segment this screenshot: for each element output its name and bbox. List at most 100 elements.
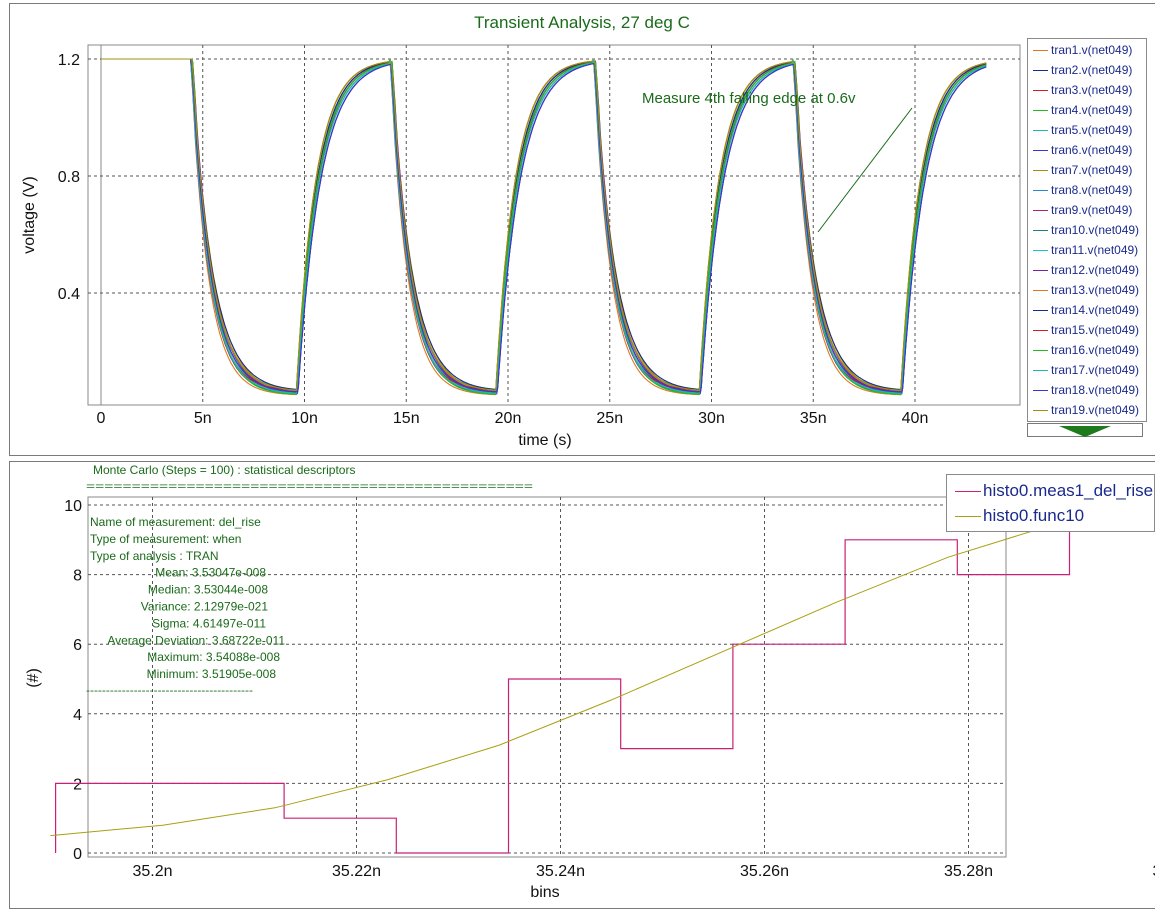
annotation-leader [817,107,913,233]
legend-item-tran15[interactable]: tran15.v(net049) [1028,321,1146,341]
legend-item-tran5[interactable]: tran5.v(net049) [1028,121,1146,141]
series-line-tran14 [101,58,987,391]
legend-item-tran18[interactable]: tran18.v(net049) [1028,381,1146,401]
legend-label: tran8.v(net049) [1051,183,1133,197]
legend-label: tran13.v(net049) [1051,283,1140,297]
legend-item-tran16[interactable]: tran16.v(net049) [1028,341,1146,361]
legend-swatch [1033,190,1048,191]
legend-swatch [1033,250,1048,251]
series-line-tran15 [101,58,987,391]
legend-item-tran17[interactable]: tran17.v(net049) [1028,361,1146,381]
legend-swatch [1033,170,1048,171]
legend-label: tran2.v(net049) [1051,63,1133,77]
legend-label: tran9.v(net049) [1051,203,1133,217]
legend-swatch [1033,390,1048,391]
x-tick-label: 35n [800,410,827,427]
series-line-tran18 [101,58,987,393]
series-line-tran1 [101,58,987,396]
series-line-tran8 [101,58,987,393]
legend-swatch [1033,50,1048,51]
legend-label: tran4.v(net049) [1051,103,1133,117]
legend-swatch [1033,130,1048,131]
legend-swatch [1033,330,1048,331]
legend-item-tran3[interactable]: tran3.v(net049) [1028,81,1146,101]
legend-swatch [1033,110,1048,111]
legend-label: tran11.v(net049) [1051,243,1139,257]
legend-swatch [1033,370,1048,371]
x-tick-label: 10n [291,410,318,427]
legend-item-tran6[interactable]: tran6.v(net049) [1028,141,1146,161]
chart-title: Transient Analysis, 27 deg C [474,13,690,32]
legend-swatch [1033,70,1048,71]
legend-item-tran14[interactable]: tran14.v(net049) [1028,301,1146,321]
series-line-tran10 [101,58,987,391]
legend-swatch [955,516,981,517]
legend-item-tran9[interactable]: tran9.v(net049) [1028,201,1146,221]
series-line-tran2 [101,58,987,394]
series-line-tran7 [101,58,987,393]
legend-swatch [1033,310,1048,311]
series-line-tran5 [101,58,987,390]
series-line-tran11 [101,58,987,395]
legend-item-tran8[interactable]: tran8.v(net049) [1028,181,1146,201]
legend-swatch [1033,270,1048,271]
x-tick-label: 20n [495,410,522,427]
series-legend[interactable]: tran1.v(net049) tran2.v(net049) tran3.v(ne… [1027,38,1147,422]
series-line-tran9 [101,58,987,392]
down-arrow-icon [1059,426,1111,437]
legend-label: tran10.v(net049) [1051,223,1140,237]
x-tick-label: 15n [393,410,420,427]
legend-item-tran10[interactable]: tran10.v(net049) [1028,221,1146,241]
legend-item-tran4[interactable]: tran4.v(net049) [1028,101,1146,121]
y-tick-label: 0.4 [58,286,80,303]
legend-label: tran6.v(net049) [1051,143,1133,157]
legend-label: tran3.v(net049) [1051,83,1133,97]
legend-item-tran12[interactable]: tran12.v(net049) [1028,261,1146,281]
legend-label: tran1.v(net049) [1051,43,1133,57]
x-tick-label: 30n [698,410,725,427]
series-line-tran4 [101,58,987,392]
legend-label: tran12.v(net049) [1051,263,1140,277]
transient-chart: Transient Analysis, 27 deg C 0 5n 10n 15n 20… [21,13,1021,449]
x-tick-label: 0 [97,410,106,427]
x-tick-label: 5n [194,410,212,427]
legend-item-tran13[interactable]: tran13.v(net049) [1028,281,1146,301]
x-axis-label: time (s) [518,432,571,449]
legend-swatch [1033,290,1048,291]
legend-scroll-down-button[interactable] [1027,423,1143,437]
legend-swatch [1033,350,1048,351]
series-group [101,58,987,396]
legend-swatch [1033,230,1048,231]
legend-item-tran2[interactable]: tran2.v(net049) [1028,61,1146,81]
legend-item-histogram[interactable]: histo0.meas1_del_rise [947,479,1154,503]
series-line-tran3 [101,58,987,393]
legend-label: tran5.v(net049) [1051,123,1133,137]
legend-item-tran11[interactable]: tran11.v(net049) [1028,241,1146,261]
series-line-tran19 [101,58,987,391]
legend-swatch [1033,150,1048,151]
x-tick-label: 40n [902,410,929,427]
legend-item-tran7[interactable]: tran7.v(net049) [1028,161,1146,181]
legend-label: tran7.v(net049) [1051,163,1133,177]
legend-label: histo0.func10 [983,506,1085,525]
series-line-tran17 [101,58,987,394]
legend-item-func[interactable]: histo0.func10 [947,504,1154,528]
legend-label: tran17.v(net049) [1051,363,1140,377]
y-axis-label: voltage (V) [21,176,38,253]
legend-swatch [1033,210,1048,211]
histogram-legend[interactable]: histo0.meas1_del_rise histo0.func10 [946,474,1155,532]
legend-swatch [1033,90,1048,91]
x-tick-label: 25n [596,410,623,427]
legend-swatch [955,491,981,492]
series-line-tran16 [101,58,987,396]
legend-swatch [1033,410,1048,411]
annotation-text: Measure 4th falling edge at 0.6v [642,90,856,107]
legend-label: tran19.v(net049) [1051,403,1140,417]
legend-label: histo0.meas1_del_rise [983,481,1154,500]
legend-item-tran19[interactable]: tran19.v(net049) [1028,401,1146,421]
legend-label: tran14.v(net049) [1051,303,1140,317]
legend-label: tran15.v(net049) [1051,323,1140,337]
series-line-tran12 [101,58,987,394]
legend-label: tran16.v(net049) [1051,343,1140,357]
legend-item-tran1[interactable]: tran1.v(net049) [1028,41,1146,61]
